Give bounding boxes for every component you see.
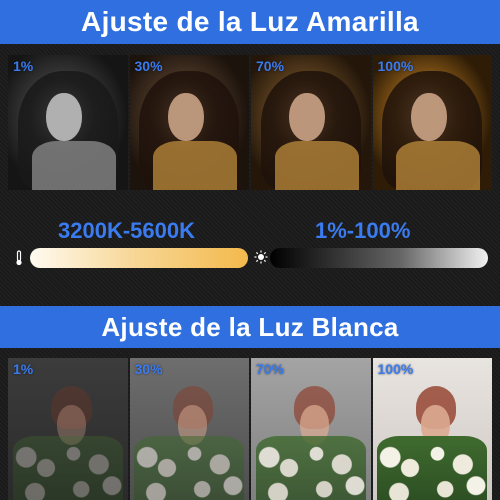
white-percent-label: 70% [256, 361, 285, 377]
warm-percent-label: 30% [134, 58, 163, 74]
white-flowers-70 [255, 436, 366, 500]
temperature-gradient-bar [30, 248, 248, 268]
sun-icon-glyph [254, 250, 268, 264]
white-photo-100: 100% [372, 358, 492, 500]
warm-sweater-1 [31, 141, 116, 190]
warm-photo-70: 70% [251, 55, 371, 190]
thermometer-icon [12, 250, 26, 266]
white-percent-label: 100% [377, 361, 414, 377]
warm-photo-1: 1% [8, 55, 128, 190]
white-percent-label: 30% [134, 361, 163, 377]
warm-face-70 [289, 92, 326, 142]
white-photo-row: 1% 30% 70% 100% [8, 358, 492, 500]
white-photo-70: 70% [251, 358, 371, 500]
warm-photo-100: 100% [372, 55, 492, 190]
warm-face-30 [167, 92, 204, 142]
white-light-banner: Ajuste de la Luz Blanca [0, 306, 500, 348]
warm-photo-row: 1% 30% 70% 100% [8, 55, 492, 190]
warm-light-banner: Ajuste de la Luz Amarilla [0, 0, 500, 44]
warm-percent-label: 1% [13, 58, 34, 74]
thermometer-icon-glyph [16, 250, 22, 266]
white-flowers-1 [12, 436, 123, 500]
white-percent-label: 1% [13, 361, 34, 377]
brightness-range-label: 1%-100% [315, 218, 411, 243]
sun-icon [254, 250, 268, 266]
warm-photo-30: 30% [129, 55, 249, 190]
white-flowers-100 [377, 436, 488, 500]
warm-sweater-70 [274, 141, 359, 190]
white-photo-30: 30% [129, 358, 249, 500]
warm-percent-label: 70% [256, 58, 285, 74]
temperature-range-label: 3200K-5600K [58, 218, 195, 243]
warm-face-100 [410, 92, 447, 142]
warm-sweater-30 [153, 141, 238, 190]
warm-face-1 [46, 92, 83, 142]
white-photo-1: 1% [8, 358, 128, 500]
warm-percent-label: 100% [377, 58, 414, 74]
brightness-gradient-bar [270, 248, 488, 268]
product-infographic: Ajuste de la Luz Amarilla 1% 30% 70% 100… [0, 0, 500, 500]
white-flowers-30 [134, 436, 245, 500]
warm-sweater-100 [396, 141, 481, 190]
